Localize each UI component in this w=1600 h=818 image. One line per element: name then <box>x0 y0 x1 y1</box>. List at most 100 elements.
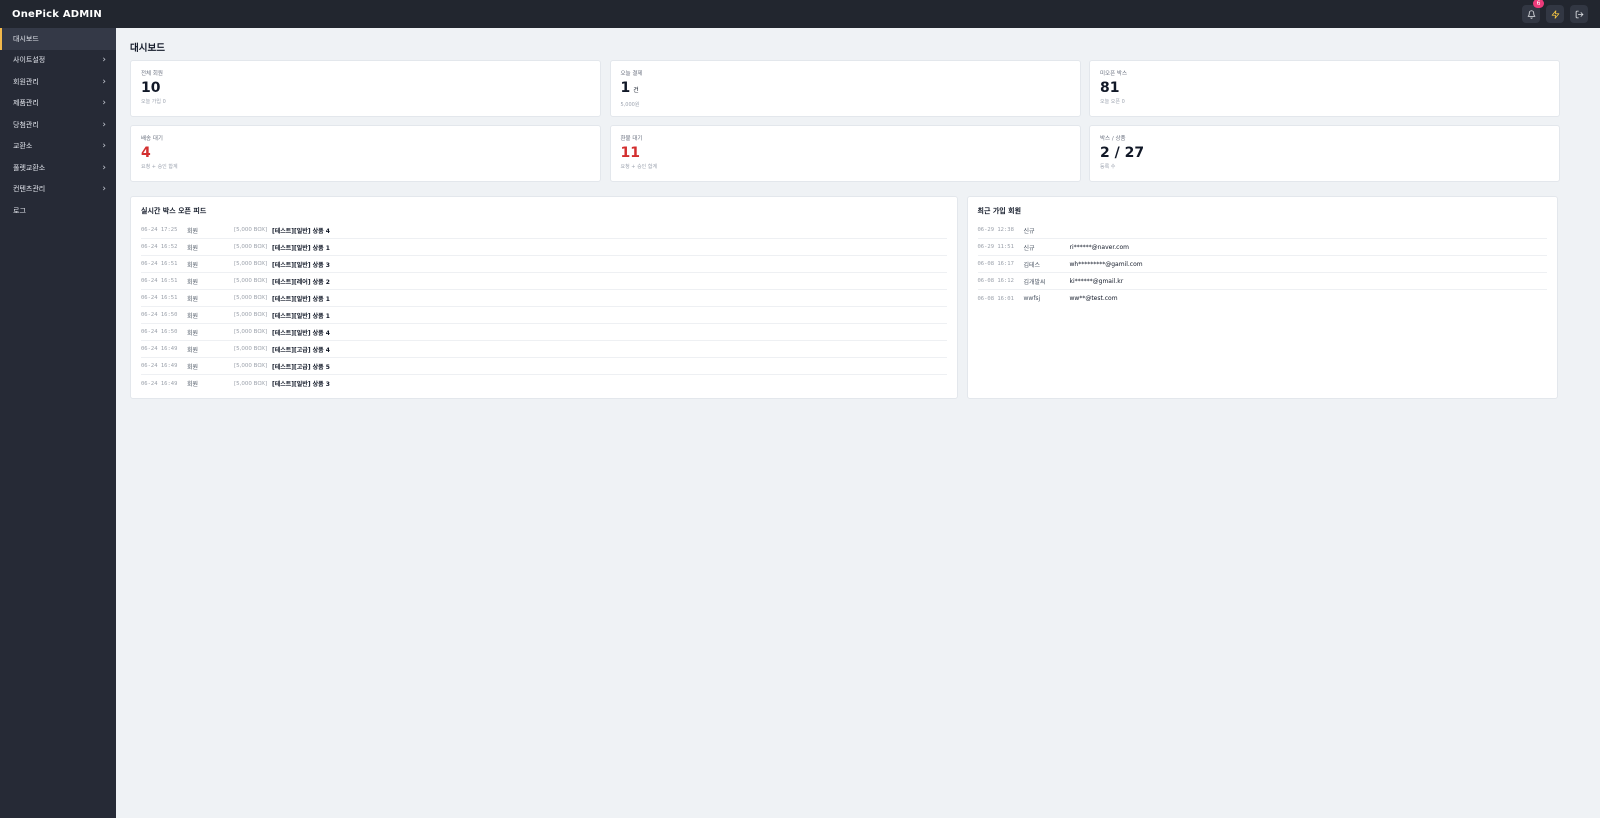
feed-box: [5,000 BOX] <box>234 278 268 284</box>
stat-value: 2 / 27 <box>1100 145 1549 161</box>
feed-time: 06-24 16:49 <box>141 380 178 387</box>
member-joined-time: 06-08 16:01 <box>977 295 1014 302</box>
brand-logo[interactable]: OnePick ADMIN <box>12 9 102 20</box>
member-joined-time: 06-08 16:12 <box>977 278 1014 284</box>
feed-row: 06-24 16:49 회원 [5,000 BOX] [테스트][고급] 상품 … <box>141 358 947 375</box>
feed-row: 06-24 16:49 회원 [5,000 BOX] [테스트][고급] 상품 … <box>141 341 947 358</box>
stat-label: 오늘 결제 <box>620 71 643 77</box>
feed-item: [테스트][고급] 상품 5 <box>272 363 330 371</box>
feed-user: 회원 <box>187 278 199 286</box>
main-content: 대시보드 전체 회원 10 오늘 가입 0 오늘 결제 1건 5,000원 미오… <box>130 28 1588 399</box>
stat-card-unopened-boxes[interactable]: 미오픈 박스 81 오늘 오픈 0 <box>1089 60 1560 117</box>
stat-card-refund-pending[interactable]: 환불 대기 11 요청 + 승인 합계 <box>609 125 1081 182</box>
member-row[interactable]: 06-08 16:12 김개발씨 ki******@gmail.kr <box>977 273 1547 290</box>
stat-sub: 오늘 오픈 0 <box>1100 99 1125 105</box>
bell-icon <box>1527 9 1535 19</box>
panel-title: 최근 가입 회원 <box>977 207 1022 215</box>
feed-item: [테스트][일반] 상품 1 <box>272 244 330 252</box>
sidebar-item-label: 대시보드 <box>13 34 39 43</box>
feed-row: 06-24 16:51 회원 [5,000 BOX] [테스트][일반] 상품 … <box>141 290 947 307</box>
feed-box: [5,000 BOX] <box>234 346 268 352</box>
sidebar-item-label: 풀렛교환소 <box>13 163 46 172</box>
feed-row: 06-24 17:25 회원 [5,000 BOX] [테스트][일반] 상품 … <box>141 222 947 239</box>
sidebar-item-dashboard[interactable]: 대시보드 <box>0 28 116 50</box>
sidebar-item-label: 제품관리 <box>13 99 39 108</box>
stat-number: 11 <box>620 145 640 161</box>
feed-box: [5,000 BOX] <box>234 244 268 250</box>
feed-box: [5,000 BOX] <box>234 380 268 387</box>
sidebar-item-exchange[interactable]: 교환소 › <box>0 136 116 158</box>
stat-number: 2 / 27 <box>1100 145 1145 161</box>
stat-unit: 건 <box>633 87 639 94</box>
chevron-right-icon: › <box>102 98 106 109</box>
stat-value: 11 <box>621 145 1070 161</box>
member-email: ri******@naver.com <box>1069 243 1130 251</box>
sidebar-item-label: 사이트설정 <box>13 56 46 65</box>
feed-row: 06-24 16:52 회원 [5,000 BOX] [테스트][일반] 상품 … <box>141 239 947 256</box>
member-name: 김테스 <box>1023 261 1041 269</box>
stat-number: 81 <box>1100 80 1120 96</box>
feed-user: 회원 <box>187 381 199 388</box>
sidebar: 대시보드 사이트설정 › 회원관리 › 제품관리 › 당첨관리 › 교환소 › … <box>0 28 116 818</box>
stat-value: 4 <box>141 145 590 161</box>
quick-action-button[interactable] <box>1546 5 1564 23</box>
stat-sub: 5,000원 <box>620 102 640 108</box>
member-row[interactable]: 06-08 16:17 김테스 wh*********@gamil.com <box>977 256 1547 273</box>
member-email: ki******@gmail.kr <box>1069 277 1124 285</box>
feed-user: 회원 <box>187 312 199 320</box>
member-row[interactable]: 06-08 16:01 wwfsj ww**@test.com <box>978 290 1547 307</box>
feed-time: 06-24 16:51 <box>141 295 178 301</box>
stat-number: 1 <box>620 80 631 96</box>
feed-time: 06-24 16:50 <box>141 312 178 318</box>
stat-sub: 요청 + 승인 합계 <box>620 164 658 170</box>
stat-card-shipping-pending[interactable]: 배송 대기 4 요청 + 승인 합계 <box>130 125 601 182</box>
feed-list: 06-24 17:25 회원 [5,000 BOX] [테스트][일반] 상품 … <box>141 222 947 392</box>
feed-user: 회원 <box>187 227 199 235</box>
feed-time: 06-24 16:52 <box>141 244 178 250</box>
member-row[interactable]: 06-29 11:51 신규 ri******@naver.com <box>977 239 1547 256</box>
member-name: 김개발씨 <box>1023 278 1046 286</box>
sidebar-item-label: 교환소 <box>13 142 33 151</box>
feed-user: 회원 <box>187 346 199 354</box>
feed-user: 회원 <box>187 329 199 337</box>
logout-button[interactable] <box>1570 5 1588 23</box>
notifications-button[interactable]: 6 <box>1522 0 1544 23</box>
sidebar-item-label: 당첨관리 <box>13 120 39 129</box>
sidebar-item-content[interactable]: 컨텐츠관리 › <box>0 179 116 201</box>
member-row[interactable]: 06-29 12:38 신규 <box>977 222 1547 239</box>
stat-value: 10 <box>141 80 590 96</box>
member-email: wh*********@gamil.com <box>1069 260 1143 268</box>
chevron-right-icon: › <box>102 184 106 195</box>
feed-box: [5,000 BOX] <box>234 329 268 335</box>
stat-value: 81 <box>1100 80 1549 96</box>
stat-label: 배송 대기 <box>141 136 163 142</box>
sidebar-item-logs[interactable]: 로그 <box>0 200 116 222</box>
feed-row: 06-24 16:50 회원 [5,000 BOX] [테스트][일반] 상품 … <box>141 324 947 341</box>
feed-time: 06-24 16:51 <box>141 278 178 284</box>
box-open-feed-panel: 실시간 박스 오픈 피드 06-24 17:25 회원 [5,000 BOX] … <box>130 196 958 399</box>
feed-user: 회원 <box>187 363 199 371</box>
panel-title: 실시간 박스 오픈 피드 <box>141 207 207 215</box>
feed-box: [5,000 BOX] <box>234 261 268 267</box>
feed-time: 06-24 16:49 <box>141 346 178 352</box>
feed-time: 06-24 16:51 <box>141 261 178 267</box>
sidebar-item-winnings[interactable]: 당첨관리 › <box>0 114 116 136</box>
stat-card-total-members[interactable]: 전체 회원 10 오늘 가입 0 <box>130 60 601 117</box>
bolt-icon <box>1551 9 1559 19</box>
stat-card-today-payments[interactable]: 오늘 결제 1건 5,000원 <box>609 60 1081 117</box>
feed-time: 06-24 16:50 <box>141 329 178 335</box>
stat-sub: 오늘 가입 0 <box>141 99 166 105</box>
feed-box: [5,000 BOX] <box>234 312 268 318</box>
feed-box: [5,000 BOX] <box>234 295 268 301</box>
sidebar-item-roulette-exchange[interactable]: 풀렛교환소 › <box>0 157 116 179</box>
feed-item: [테스트][일반] 상품 1 <box>272 295 330 303</box>
feed-row: 06-24 16:51 회원 [5,000 BOX] [테스트][일반] 상품 … <box>141 256 947 273</box>
sidebar-item-site-settings[interactable]: 사이트설정 › <box>0 50 116 72</box>
stat-label: 미오픈 박스 <box>1100 71 1128 77</box>
sidebar-item-products[interactable]: 제품관리 › <box>0 93 116 115</box>
feed-user: 회원 <box>187 244 199 252</box>
sidebar-item-members[interactable]: 회원관리 › <box>0 71 116 93</box>
feed-item: [테스트][고급] 상품 4 <box>272 346 330 354</box>
stat-card-boxes-products[interactable]: 박스 / 상품 2 / 27 등록 수 <box>1089 125 1560 182</box>
feed-item: [테스트][일반] 상품 4 <box>272 227 330 235</box>
